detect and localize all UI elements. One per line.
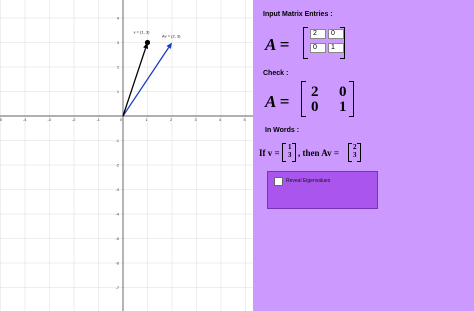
check-left-bracket — [301, 81, 306, 117]
check-a11: 2 — [311, 84, 319, 100]
tick-label-y: -6 — [116, 262, 119, 266]
words-v2: 3 — [288, 151, 292, 159]
words-if: If v = — [259, 148, 280, 158]
tick-label-x: 1 — [146, 118, 148, 122]
tick-label-y: 4 — [117, 17, 119, 21]
reveal-eigenvalues-box[interactable]: Reveal Eigenvalues — [267, 171, 378, 209]
tick-label-y: 2 — [117, 66, 119, 70]
words-av-right-bracket — [357, 143, 361, 162]
axes — [0, 0, 253, 311]
words-then: , then Av = — [298, 148, 339, 158]
control-panel: Input Matrix Entries : A = Check : A = 2… — [253, 0, 474, 311]
words-av2: 3 — [353, 151, 357, 159]
check-a21: 0 — [311, 99, 319, 115]
grid-lines — [0, 0, 253, 311]
vector-v-shaft — [122, 47, 147, 117]
tick-label-x: -4 — [23, 118, 26, 122]
tick-label-x: 5 — [244, 118, 246, 122]
vector-av-label: Av = (2, 3) — [162, 34, 181, 39]
reveal-eigenvalues-label[interactable]: Reveal Eigenvalues — [286, 178, 330, 184]
input-matrix-heading: Input Matrix Entries : — [263, 11, 333, 18]
tick-label-y: -2 — [116, 164, 119, 168]
words-v1: 1 — [288, 143, 292, 151]
check-a12: 0 — [339, 84, 347, 100]
coordinate-plane[interactable]: -5-4-3-2-101234554321-1-2-3-4-5-6-7 Av =… — [0, 0, 253, 311]
vector-v-label: v = (1, 3) — [134, 30, 151, 35]
words-av-left-bracket — [348, 143, 352, 162]
words-heading: In Words : — [265, 127, 300, 134]
tick-label-x: 0 — [120, 118, 122, 122]
words-av1: 2 — [353, 143, 357, 151]
words-v-left-bracket — [282, 143, 286, 162]
check-right-bracket — [349, 81, 354, 117]
graph-view[interactable]: -5-4-3-2-101234554321-1-2-3-4-5-6-7 Av =… — [0, 0, 253, 311]
tick-label-x: 4 — [219, 118, 221, 122]
entry-a21[interactable] — [310, 43, 326, 53]
tick-label-y: -5 — [116, 237, 119, 241]
check-a22: 1 — [339, 99, 347, 115]
vector-av-shaft — [122, 47, 170, 117]
tick-label-y: -7 — [116, 286, 119, 290]
check-heading: Check : — [263, 70, 289, 77]
tick-label-y: -4 — [116, 213, 119, 217]
tick-label-x: 2 — [170, 118, 172, 122]
tick-label-x: -5 — [0, 118, 2, 122]
vector-v-handle[interactable] — [144, 39, 151, 46]
reveal-eigenvalues-checkbox[interactable] — [274, 177, 283, 186]
tick-label-x: -2 — [72, 118, 75, 122]
tick-label-x: 3 — [195, 118, 197, 122]
tick-label-x: -1 — [97, 118, 100, 122]
tick-label-y: -1 — [116, 139, 119, 143]
tick-label-y: 3 — [117, 41, 119, 45]
tick-label-y: -3 — [116, 188, 119, 192]
words-v-right-bracket — [292, 143, 296, 162]
matrix-left-bracket — [303, 27, 308, 59]
matrix-right-bracket — [340, 27, 345, 59]
check-a-label: A = — [265, 92, 290, 111]
tick-label-x: -3 — [48, 118, 51, 122]
tick-label-y: 1 — [117, 90, 119, 94]
vector-av-arrowhead — [166, 42, 172, 49]
matrix-a-label: A = — [265, 35, 290, 54]
entry-a11[interactable] — [310, 29, 326, 39]
